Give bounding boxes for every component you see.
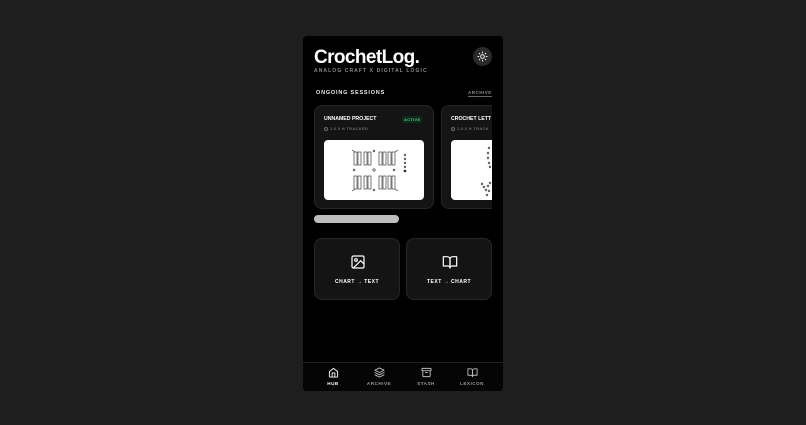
layers-icon — [373, 367, 385, 378]
nav-item-hub[interactable]: HUB — [313, 367, 353, 391]
archive-link[interactable]: ARCHIVE — [468, 90, 492, 97]
book-open-icon — [466, 368, 478, 378]
nav-label: LEXICON — [460, 381, 484, 386]
theme-toggle-button[interactable] — [473, 47, 492, 66]
nav-label: ARCHIVE — [366, 381, 392, 386]
home-icon — [328, 367, 338, 378]
clock-icon — [451, 126, 455, 131]
session-card[interactable]: UNNAMED PROJECT ACTIVE 1.0.0 H TRACKED — [314, 105, 434, 209]
nav-label: HUB — [327, 381, 339, 386]
section-title: ONGOING SESSIONS — [316, 90, 386, 96]
archive-box-icon — [420, 367, 432, 378]
app-logo: CrochetLog. — [314, 47, 420, 68]
session-time: 1.0.0 H TRACKED — [324, 126, 368, 131]
app-screen: CrochetLog. ANALOG CRAFT X DIGITAL LOGIC… — [303, 36, 503, 391]
chart-to-text-button[interactable]: CHART → TEXT — [314, 238, 400, 300]
chart-thumbnail — [451, 140, 492, 200]
nav-item-archive[interactable]: ARCHIVE — [359, 367, 399, 391]
carousel-scrollbar[interactable] — [314, 215, 399, 223]
tool-label: TEXT → CHART — [426, 279, 472, 285]
session-card[interactable]: CROCHET LETT 1.0.0 H TRACK — [441, 105, 492, 209]
session-time-label: 1.0.0 H TRACK — [457, 126, 489, 131]
session-name: CROCHET LETT — [451, 116, 492, 122]
book-open-icon — [442, 256, 458, 269]
crochet-chart-letters — [480, 146, 492, 197]
sun-icon — [477, 51, 488, 62]
status-badge: ACTIVE — [402, 116, 423, 123]
tool-label: CHART → TEXT — [334, 279, 380, 285]
nav-item-stash[interactable]: STASH — [406, 367, 446, 391]
text-to-chart-button[interactable]: TEXT → CHART — [406, 238, 492, 300]
session-time: 1.0.0 H TRACK — [451, 126, 489, 131]
crochet-chart-grid — [351, 149, 407, 192]
nav-item-lexicon[interactable]: LEXICON — [452, 367, 492, 391]
image-icon — [351, 255, 365, 269]
clock-icon — [324, 126, 328, 131]
session-name: UNNAMED PROJECT — [324, 116, 377, 122]
app-tagline: ANALOG CRAFT X DIGITAL LOGIC — [314, 68, 428, 74]
session-time-label: 1.0.0 H TRACKED — [330, 126, 369, 131]
bottom-nav: HUB ARCHIVE STASH LEXICON — [303, 362, 503, 391]
sessions-carousel[interactable]: UNNAMED PROJECT ACTIVE 1.0.0 H TRACKED C… — [314, 104, 492, 210]
chart-thumbnail — [324, 140, 424, 200]
nav-label: STASH — [417, 381, 435, 386]
